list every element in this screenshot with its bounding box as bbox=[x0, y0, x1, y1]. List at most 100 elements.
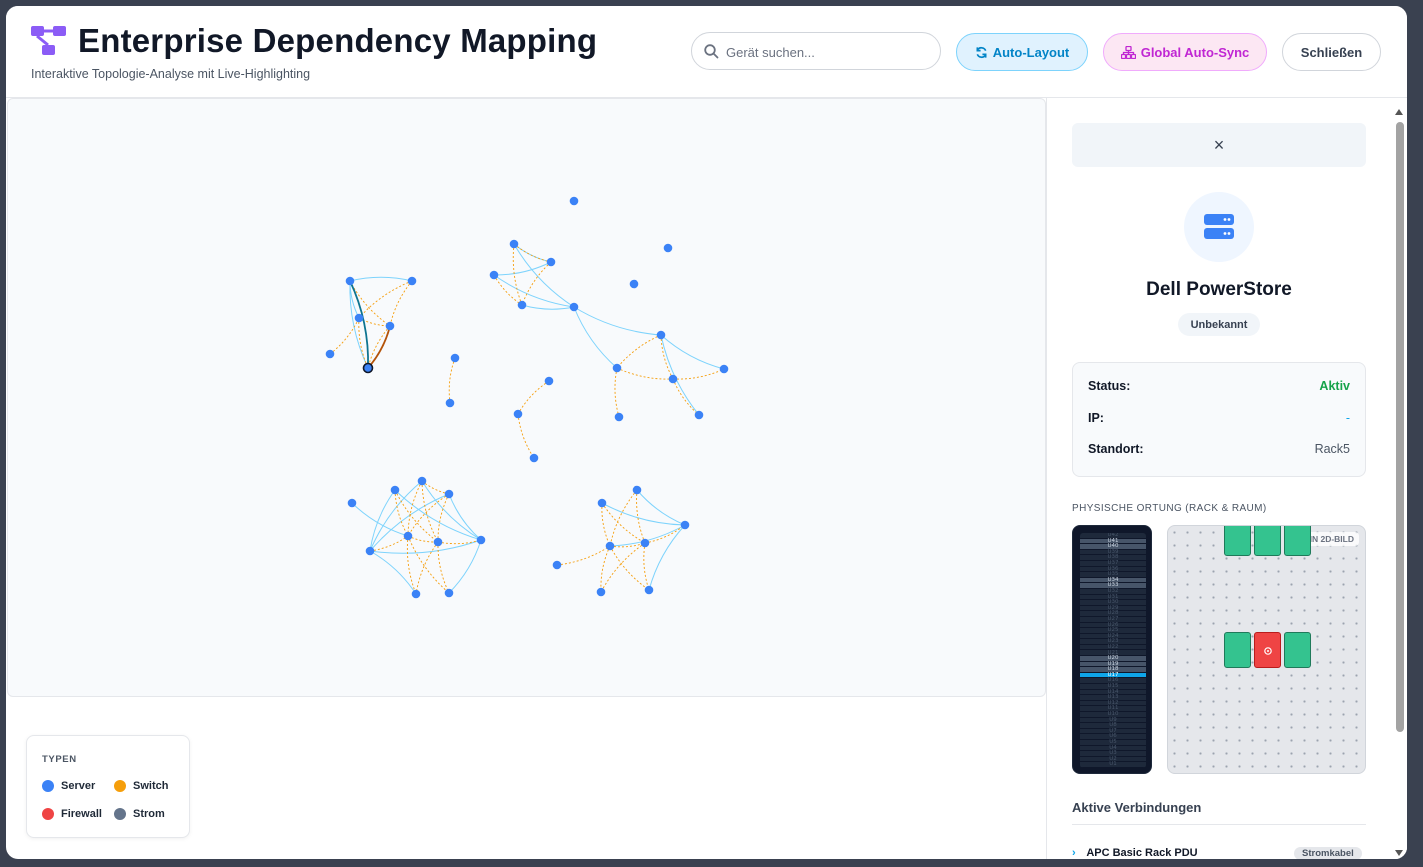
graph-node[interactable] bbox=[644, 585, 654, 595]
graph-node[interactable] bbox=[407, 276, 417, 286]
graph-node[interactable] bbox=[489, 270, 499, 280]
graph-node[interactable] bbox=[444, 489, 454, 499]
legend-title: TYPEN bbox=[42, 754, 77, 765]
page-title: Enterprise Dependency Mapping bbox=[78, 22, 598, 59]
info-label: Status: bbox=[1088, 379, 1131, 393]
room-floor-plan[interactable]: KEIN 2D-BILD bbox=[1167, 525, 1366, 774]
graph-node[interactable] bbox=[345, 276, 355, 286]
network-link bbox=[349, 276, 413, 282]
topology-graph-canvas[interactable] bbox=[7, 98, 1046, 697]
graph-node[interactable] bbox=[517, 300, 527, 310]
graph-node[interactable] bbox=[529, 453, 539, 463]
panel-scrollbar[interactable] bbox=[1392, 104, 1407, 859]
network-link bbox=[369, 550, 417, 595]
graph-node[interactable] bbox=[445, 398, 455, 408]
strom-color-dot bbox=[114, 808, 126, 820]
dependency-link bbox=[643, 542, 650, 591]
graph-node[interactable] bbox=[719, 364, 729, 374]
graph-node[interactable] bbox=[411, 589, 421, 599]
network-link bbox=[573, 306, 662, 336]
graph-node[interactable] bbox=[544, 376, 554, 386]
graph-node[interactable] bbox=[597, 498, 607, 508]
global-sync-button[interactable]: Global Auto-Sync bbox=[1103, 33, 1267, 71]
info-row-location: Standort: Rack5 bbox=[1088, 442, 1350, 462]
server-icon bbox=[1204, 214, 1234, 239]
graph-node[interactable] bbox=[365, 546, 375, 556]
graph-node[interactable] bbox=[632, 485, 642, 495]
app-header: Enterprise Dependency Mapping Interaktiv… bbox=[6, 6, 1407, 98]
highlighted-link bbox=[367, 325, 391, 369]
target-icon bbox=[1264, 647, 1272, 655]
graph-node[interactable] bbox=[513, 409, 523, 419]
legend-label: Firewall bbox=[61, 808, 102, 820]
graph-node[interactable] bbox=[552, 560, 562, 570]
dependency-link bbox=[616, 334, 662, 369]
graph-node[interactable] bbox=[444, 588, 454, 598]
graph-node[interactable] bbox=[476, 535, 486, 545]
graph-node[interactable] bbox=[596, 587, 606, 597]
graph-node[interactable] bbox=[640, 538, 650, 548]
graph-node[interactable] bbox=[509, 239, 519, 249]
graph-node[interactable] bbox=[569, 302, 579, 312]
graph-node[interactable] bbox=[347, 498, 357, 508]
connection-label: APC Basic Rack PDU bbox=[1086, 847, 1198, 859]
graph-node[interactable] bbox=[614, 412, 624, 422]
dependency-link bbox=[517, 413, 535, 459]
network-link bbox=[660, 334, 725, 370]
graph-node[interactable] bbox=[629, 279, 639, 289]
room-rack-tile[interactable] bbox=[1224, 632, 1251, 668]
graph-node[interactable] bbox=[403, 531, 413, 541]
graph-node[interactable] bbox=[656, 330, 666, 340]
highlighted-link bbox=[349, 280, 369, 369]
graph-node[interactable] bbox=[663, 243, 673, 253]
auto-layout-label: Auto-Layout bbox=[992, 44, 1070, 60]
device-search[interactable] bbox=[691, 32, 941, 70]
room-rack-tile[interactable] bbox=[1284, 632, 1311, 668]
graph-node[interactable] bbox=[325, 349, 335, 359]
graph-node[interactable] bbox=[390, 485, 400, 495]
network-link bbox=[660, 334, 700, 416]
scroll-up-arrow[interactable] bbox=[1395, 109, 1403, 115]
close-button[interactable]: Schließen bbox=[1282, 33, 1381, 71]
status-value: Aktiv bbox=[1319, 379, 1350, 393]
topology-graph[interactable] bbox=[8, 99, 1047, 698]
panel-close-button[interactable]: × bbox=[1072, 123, 1366, 167]
dependency-link bbox=[437, 539, 482, 545]
search-icon bbox=[704, 44, 719, 59]
graph-node[interactable] bbox=[569, 196, 579, 206]
graph-node-selected[interactable] bbox=[362, 362, 374, 374]
app-window: Enterprise Dependency Mapping Interaktiv… bbox=[6, 6, 1407, 859]
network-icon bbox=[1120, 45, 1136, 59]
network-link bbox=[601, 502, 686, 526]
graph-node[interactable] bbox=[433, 537, 443, 547]
graph-node[interactable] bbox=[385, 321, 395, 331]
auto-layout-button[interactable]: Auto-Layout bbox=[956, 33, 1088, 71]
graph-node[interactable] bbox=[546, 257, 556, 267]
room-rack-tile[interactable] bbox=[1284, 526, 1311, 556]
search-input[interactable] bbox=[726, 42, 926, 62]
scroll-thumb[interactable] bbox=[1396, 122, 1404, 732]
topology-logo-icon bbox=[31, 26, 66, 55]
graph-node[interactable] bbox=[612, 363, 622, 373]
scroll-down-arrow[interactable] bbox=[1395, 850, 1403, 856]
room-rack-tile-selected[interactable] bbox=[1254, 632, 1281, 668]
type-legend: TYPEN Server Switch Firewall Strom bbox=[26, 735, 190, 838]
rack-elevation-view[interactable]: U42 U41 U40 U39 U38 U37 U36 U35 U34 U33 U32 U31 U30 U… bbox=[1072, 525, 1152, 774]
graph-node[interactable] bbox=[694, 410, 704, 420]
connection-item[interactable]: › APC Basic Rack PDU Stromkabel bbox=[1072, 847, 1366, 859]
dependency-link bbox=[672, 368, 725, 380]
dependency-link bbox=[394, 489, 409, 537]
graph-node[interactable] bbox=[668, 374, 678, 384]
graph-node[interactable] bbox=[354, 313, 364, 323]
device-type-badge: Unbekannt bbox=[1178, 313, 1260, 336]
room-rack-tile[interactable] bbox=[1224, 526, 1251, 556]
info-label: IP: bbox=[1088, 411, 1104, 425]
graph-node[interactable] bbox=[680, 520, 690, 530]
rack-units: U42 U41 U40 U39 U38 U37 U36 U35 U34 U33 U32 U31 U30 U… bbox=[1080, 533, 1146, 768]
graph-node[interactable] bbox=[605, 541, 615, 551]
graph-node[interactable] bbox=[417, 476, 427, 486]
info-label: Standort: bbox=[1088, 442, 1144, 456]
legend-label: Server bbox=[61, 780, 96, 792]
graph-node[interactable] bbox=[450, 353, 460, 363]
room-rack-tile[interactable] bbox=[1254, 526, 1281, 556]
